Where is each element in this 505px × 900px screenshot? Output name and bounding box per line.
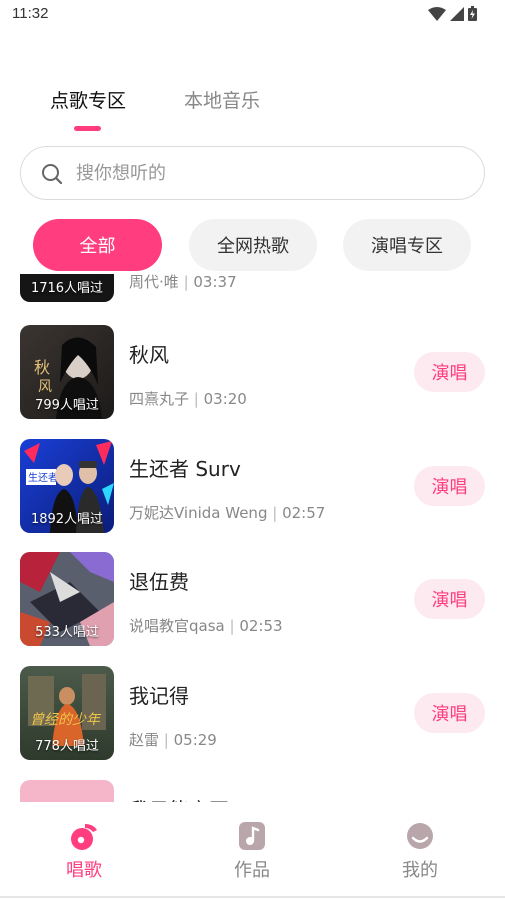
nav-works-label: 作品 [234, 860, 270, 881]
song-list[interactable]: 1716人唱过 周代·唯 | 03:37 秋 风 799人唱过 秋风 四熹丸子 … [0, 274, 505, 802]
list-item[interactable]: 生还者 1892人唱过 生还者 Surv 万妮达Vinida Weng | 02… [0, 439, 505, 535]
song-artist: 说唱教官qasa [129, 617, 225, 635]
sing-button[interactable]: 演唱 [414, 693, 485, 733]
works-icon [239, 822, 265, 850]
song-duration: 05:29 [173, 731, 217, 749]
song-artist: 周代·唯 [129, 274, 179, 291]
nav-sing[interactable]: 唱歌 [39, 822, 129, 882]
svg-text:秋: 秋 [34, 358, 50, 377]
list-item[interactable]: 曾经的少年 778人唱过 我记得 赵雷 | 05:29 演唱 [0, 666, 505, 762]
music-note-icon [71, 824, 97, 850]
signal-icon [450, 6, 464, 21]
chip-hot-songs[interactable]: 全网热歌 [189, 219, 317, 271]
nav-mine-label: 我的 [402, 860, 438, 881]
list-item[interactable]: 533人唱过 退伍费 说唱教官qasa | 02:53 演唱 [0, 552, 505, 648]
song-title: 生还者 Surv [129, 457, 241, 481]
song-meta: 说唱教官qasa | 02:53 [129, 617, 283, 635]
nav-works[interactable]: 作品 [207, 822, 297, 882]
song-duration: 03:37 [193, 274, 237, 291]
song-title: 我只能离开 [129, 794, 229, 802]
song-cover [20, 780, 114, 802]
song-meta: 周代·唯 | 03:37 [129, 274, 237, 291]
status-icons [428, 6, 477, 21]
song-cover: 533人唱过 [20, 552, 114, 646]
bottom-nav: 唱歌 作品 我的 [0, 802, 505, 900]
song-cover: 生还者 1892人唱过 [20, 439, 114, 533]
song-artist: 万妮达Vinida Weng [129, 504, 268, 522]
sung-count: 1892人唱过 [30, 512, 104, 527]
song-artist: 四熹丸子 [129, 390, 190, 408]
chip-all[interactable]: 全部 [33, 219, 162, 271]
search-icon [42, 164, 63, 185]
sung-count: 799人唱过 [35, 398, 99, 413]
battery-icon [468, 6, 477, 21]
song-duration: 03:20 [203, 390, 247, 408]
tab-local-music[interactable]: 本地音乐 [184, 86, 260, 113]
sung-count: 1716人唱过 [30, 281, 104, 296]
song-title: 秋风 [129, 343, 169, 367]
search-input[interactable] [76, 147, 466, 199]
wifi-icon [428, 6, 446, 21]
sing-button[interactable]: 演唱 [414, 352, 485, 392]
song-meta: 万妮达Vinida Weng | 02:57 [129, 504, 326, 522]
chip-singing-zone[interactable]: 演唱专区 [343, 219, 471, 271]
svg-text:风: 风 [38, 379, 52, 395]
filter-chips: 全部 全网热歌 演唱专区 [0, 219, 505, 273]
status-bar: 11:32 [0, 0, 505, 28]
song-duration: 02:57 [282, 504, 326, 522]
song-artist: 赵雷 [129, 731, 160, 749]
sung-count: 778人唱过 [35, 739, 99, 754]
nav-mine[interactable]: 我的 [375, 822, 465, 882]
sung-count: 533人唱过 [35, 625, 99, 640]
song-cover: 1716人唱过 [20, 274, 114, 302]
sing-button[interactable]: 演唱 [414, 466, 485, 506]
song-title: 我记得 [129, 684, 189, 708]
nav-sing-label: 唱歌 [66, 860, 102, 881]
song-duration: 02:53 [239, 617, 283, 635]
sing-button[interactable]: 演唱 [414, 579, 485, 619]
svg-text:生还者: 生还者 [28, 471, 58, 484]
svg-text:曾经的少年: 曾经的少年 [30, 712, 102, 728]
song-meta: 赵雷 | 05:29 [129, 731, 217, 749]
search-bar[interactable] [20, 146, 485, 200]
song-cover: 曾经的少年 778人唱过 [20, 666, 114, 760]
top-tabs: 点歌专区 本地音乐 [0, 82, 505, 132]
song-meta: 四熹丸子 | 03:20 [129, 390, 247, 408]
list-item[interactable]: 我只能离开 [0, 780, 505, 802]
list-item[interactable]: 1716人唱过 周代·唯 | 03:37 [0, 274, 505, 304]
bottom-divider [0, 896, 505, 898]
status-time: 11:32 [12, 5, 49, 22]
tab-active-indicator [74, 126, 101, 131]
list-item[interactable]: 秋 风 799人唱过 秋风 四熹丸子 | 03:20 演唱 [0, 325, 505, 421]
profile-icon [407, 823, 433, 849]
song-title: 退伍费 [129, 570, 189, 594]
song-cover: 秋 风 799人唱过 [20, 325, 114, 419]
tab-song-request[interactable]: 点歌专区 [50, 86, 126, 113]
